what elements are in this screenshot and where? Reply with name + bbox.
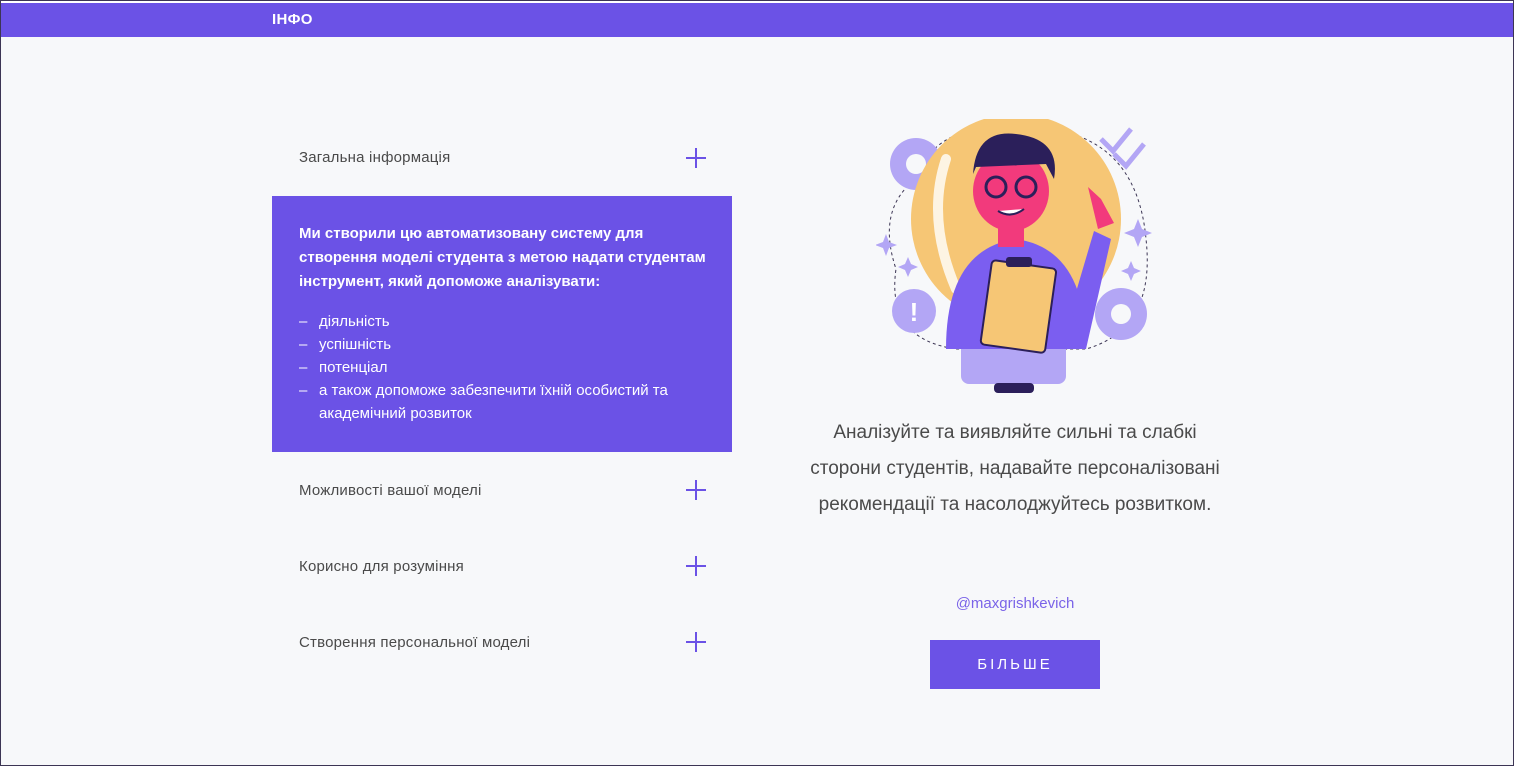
- plus-icon[interactable]: [686, 632, 706, 652]
- accordion-item-label: Можливості вашої моделі: [299, 481, 482, 499]
- plus-icon[interactable]: [686, 147, 706, 168]
- accordion-panel-general: Ми створили цю автоматизовану систему дл…: [272, 196, 732, 452]
- accordion-item-label: Створення персональної моделі: [299, 633, 531, 651]
- list-item: успішність: [299, 333, 706, 356]
- author-handle-link[interactable]: @maxgrishkevich: [801, 595, 1229, 612]
- promo-tagline: Аналізуйте та виявляйте сильні та слабкі…: [810, 422, 1220, 515]
- accordion-item-useful[interactable]: Корисно для розуміння: [272, 528, 732, 604]
- accordion-item-general[interactable]: Загальна інформація: [272, 119, 732, 196]
- more-button[interactable]: БІЛЬШЕ: [930, 640, 1100, 689]
- accordion-item-capabilities[interactable]: Можливості вашої моделі: [272, 452, 732, 528]
- plus-icon[interactable]: [686, 556, 706, 576]
- panel-bullet-list: діяльність успішність потенціал а також …: [299, 310, 706, 425]
- brand-title[interactable]: ІНФО: [272, 11, 313, 28]
- svg-text:!: !: [910, 297, 919, 327]
- idea-illustration: !: [876, 119, 1152, 393]
- plus-icon[interactable]: [686, 480, 706, 500]
- info-accordion: Загальна інформація Ми створили цю автом…: [272, 119, 732, 680]
- accordion-item-create-model[interactable]: Створення персональної моделі: [272, 604, 732, 680]
- list-item: а також допоможе забезпечити їхній особи…: [299, 379, 706, 425]
- panel-intro-text: Ми створили цю автоматизовану систему дл…: [299, 225, 706, 290]
- accordion-item-label: Загальна інформація: [299, 149, 451, 166]
- accordion-item-label: Корисно для розуміння: [299, 557, 464, 575]
- list-item: потенціал: [299, 356, 706, 379]
- list-item: діяльність: [299, 310, 706, 333]
- top-bar: ІНФО: [1, 1, 1513, 37]
